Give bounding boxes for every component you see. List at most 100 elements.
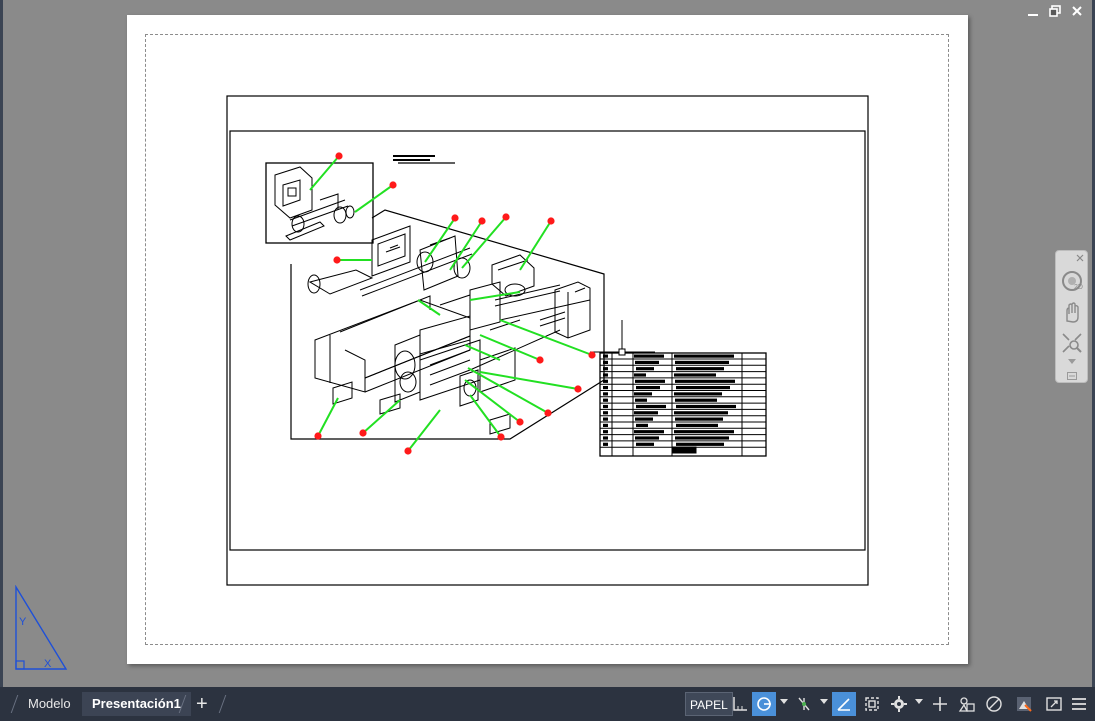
inner-frame	[229, 130, 866, 551]
table-cell-number	[603, 442, 608, 446]
table-cell-number	[603, 354, 608, 358]
part-balloon	[314, 432, 322, 440]
hardware-accel-icon[interactable]	[982, 692, 1006, 716]
table-cell-text	[674, 392, 722, 396]
assembly-drawing	[265, 155, 767, 457]
navbar-close-icon[interactable]	[1076, 254, 1084, 262]
paper-space-toggle[interactable]: PAPEL	[685, 692, 733, 716]
table-cell-text	[674, 354, 734, 358]
grid-snap-icon[interactable]	[728, 692, 752, 716]
leader-line	[417, 299, 441, 316]
part-balloons	[314, 152, 596, 455]
balloon-leaders	[309, 155, 593, 452]
layout-viewport[interactable]: 2D Y X	[0, 0, 1095, 687]
selection-cycling-icon[interactable]	[860, 692, 884, 716]
detail-view-part	[274, 166, 355, 241]
parts-list-rows	[600, 354, 766, 448]
leader-line	[317, 397, 339, 437]
detail-title-marks	[393, 155, 455, 164]
leader-line	[469, 394, 502, 438]
part-balloon	[497, 433, 505, 441]
part-balloon	[359, 429, 367, 437]
table-cell-number	[603, 436, 608, 440]
part-balloon	[574, 385, 582, 393]
table-cell-number	[603, 367, 608, 371]
steering-wheel-icon[interactable]: 2D	[1060, 269, 1084, 293]
dynamic-ucs-icon[interactable]	[752, 692, 776, 716]
table-cell-text	[676, 423, 718, 427]
zoom-extents-icon[interactable]	[1060, 331, 1084, 355]
part-balloon	[478, 217, 486, 225]
ucs-y-label: Y	[19, 616, 27, 628]
part-balloon	[389, 181, 397, 189]
table-cell-text	[636, 367, 654, 371]
tab-separator	[218, 695, 227, 713]
part-balloon	[547, 217, 555, 225]
part-balloon	[404, 447, 412, 455]
table-cell-text	[676, 404, 736, 409]
table-cell-number	[603, 386, 608, 390]
table-cell-text	[636, 386, 660, 390]
table-cell-text	[674, 411, 728, 415]
navbar-options-icon[interactable]	[1067, 372, 1077, 380]
table-cell-text	[635, 436, 659, 440]
navbar-expand-icon[interactable]	[1068, 359, 1076, 365]
base-plate-outline	[290, 209, 605, 440]
ortho-icon[interactable]	[832, 692, 856, 716]
part-balloon	[516, 418, 524, 426]
table-cell-number	[603, 404, 608, 409]
detail-view-box	[265, 162, 374, 244]
table-cell-text	[636, 423, 648, 427]
parts-list-table	[599, 352, 767, 457]
table-cell-number	[603, 417, 608, 421]
fullscreen-icon[interactable]	[1042, 692, 1066, 716]
tab-presentacion1[interactable]: Presentación1	[82, 692, 191, 716]
ucs-x-label: X	[44, 658, 52, 670]
table-cell-text	[635, 417, 653, 421]
table-cell-text	[634, 411, 658, 415]
isodraft-dropdown-icon[interactable]	[820, 699, 828, 704]
table-cell-number	[603, 398, 608, 402]
table-cell-text	[674, 373, 716, 377]
table-cell-number	[603, 360, 608, 364]
isolate-objects-icon[interactable]	[955, 692, 979, 716]
table-cell-text	[676, 442, 724, 446]
isodraft-icon[interactable]	[792, 692, 816, 716]
customize-menu-icon[interactable]	[1067, 692, 1091, 716]
table-cell-text	[675, 360, 729, 364]
pan-icon[interactable]	[1060, 301, 1084, 325]
table-cell-text	[676, 386, 730, 390]
crosshair-icon[interactable]	[928, 692, 952, 716]
ucs-icon: Y X	[15, 585, 68, 670]
annotation-monitor-icon[interactable]	[1012, 692, 1036, 716]
dynamic-ucs-dropdown-icon[interactable]	[780, 699, 788, 704]
table-cell-number	[603, 423, 608, 427]
table-cell-text	[634, 392, 652, 396]
leader-line	[354, 184, 394, 213]
table-cell-text	[636, 404, 666, 409]
table-cell-number	[603, 373, 608, 377]
leader-line	[464, 344, 501, 361]
add-layout-button[interactable]: +	[190, 692, 214, 716]
table-cell-text	[675, 436, 729, 440]
outer-frame	[226, 95, 869, 586]
annotation-scale-icon[interactable]	[887, 692, 911, 716]
table-cell-number	[603, 379, 608, 383]
leader-line	[362, 399, 401, 434]
table-cell-text	[635, 398, 647, 402]
navigation-bar: 2D	[1055, 250, 1088, 383]
table-cell-number	[603, 411, 608, 415]
part-balloon	[451, 214, 459, 222]
table-cell-text	[634, 354, 664, 358]
part-balloon	[502, 213, 510, 221]
table-cell-number	[603, 392, 608, 396]
drawing-canvas[interactable]	[0, 0, 1095, 687]
tab-model[interactable]: Modelo	[18, 692, 81, 716]
part-balloon	[588, 351, 596, 359]
table-cell-number	[603, 430, 608, 434]
table-cell-text	[674, 430, 734, 434]
table-cell-text	[676, 367, 724, 371]
table-cell-text	[636, 442, 654, 446]
annotation-scale-dropdown-icon[interactable]	[915, 699, 923, 704]
crosshair-cursor	[590, 320, 655, 356]
